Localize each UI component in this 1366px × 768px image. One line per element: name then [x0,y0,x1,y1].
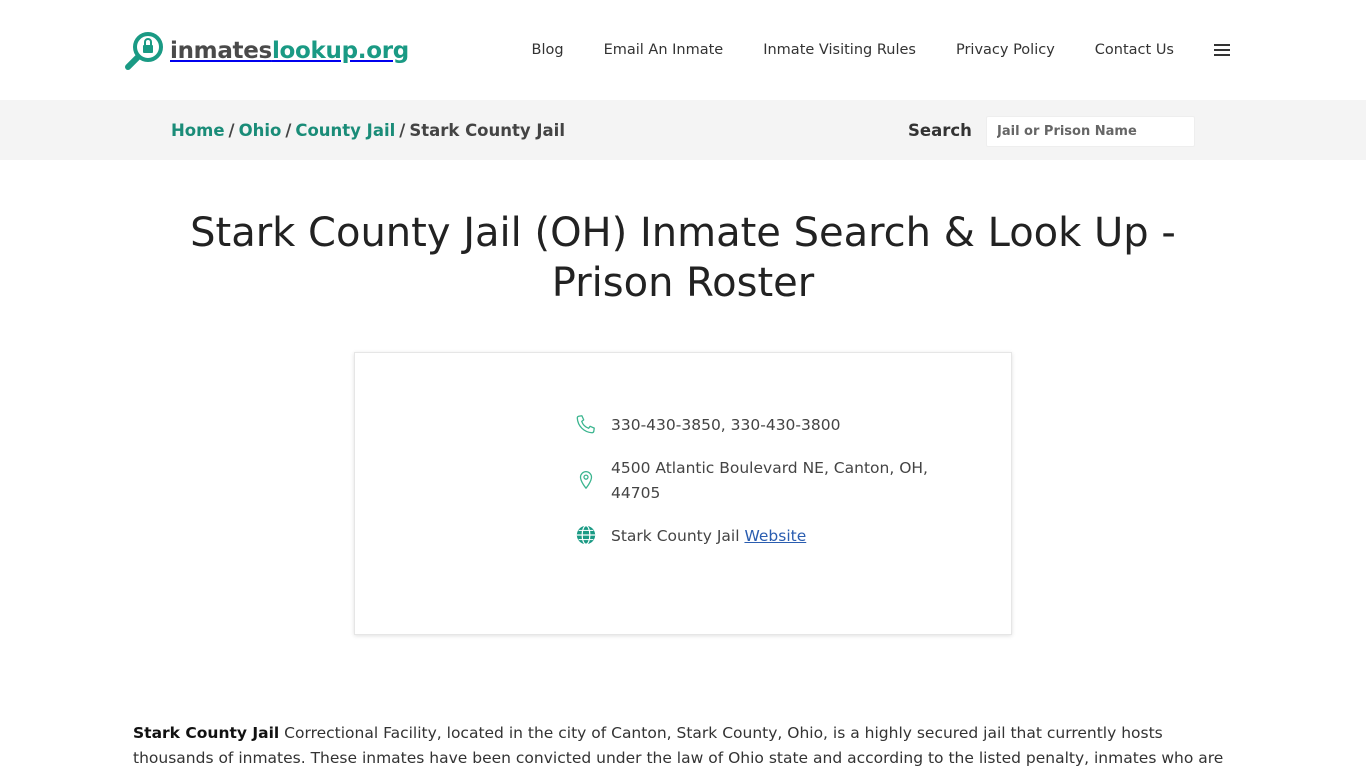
address-row: 4500 Atlantic Boulevard NE, Canton, OH, … [575,456,931,506]
website-row: Stark County Jail Website [575,524,931,549]
intro-facility-name: Stark County Jail [133,724,280,742]
facility-info-card: 330-430-3850, 330-430-3800 4500 Atlantic… [354,352,1012,635]
breadcrumb-separator: / [228,121,235,140]
breadcrumb-separator: / [399,121,406,140]
breadcrumb-county-jail[interactable]: County Jail [295,121,395,140]
hamburger-menu-icon[interactable] [1214,43,1230,57]
site-logo[interactable]: inmateslookup.org [124,30,409,72]
breadcrumb-ohio[interactable]: Ohio [239,121,282,140]
magnifier-lock-icon [124,30,166,72]
location-pin-icon [575,468,597,490]
website-prefix: Stark County Jail [611,527,740,545]
phone-icon [575,413,597,435]
breadcrumb-separator: / [285,121,292,140]
breadcrumb: Home / Ohio / County Jail / Stark County Jail [171,120,565,142]
search-input[interactable] [986,116,1195,147]
logo-text: inmateslookup.org [170,37,409,64]
phone-numbers: 330-430-3850, 330-430-3800 [611,416,841,434]
search-label: Search [908,121,972,140]
intro-paragraph: Stark County Jail Correctional Facility,… [133,721,1243,768]
intro-text: Correctional Facility, located in the ci… [133,724,1224,767]
breadcrumb-home[interactable]: Home [171,121,225,140]
nav-contact-us[interactable]: Contact Us [1095,40,1174,60]
website-info: Stark County Jail Website [611,524,931,549]
phone-row: 330-430-3850, 330-430-3800 [575,413,931,438]
main-nav: Blog Email An Inmate Inmate Visiting Rul… [532,40,1230,60]
nav-privacy-policy[interactable]: Privacy Policy [956,40,1055,60]
nav-inmate-visiting-rules[interactable]: Inmate Visiting Rules [763,40,916,60]
globe-icon [575,524,597,546]
facility-address: 4500 Atlantic Boulevard NE, Canton, OH, … [611,459,928,502]
nav-email-an-inmate[interactable]: Email An Inmate [604,40,724,60]
nav-blog[interactable]: Blog [532,40,564,60]
breadcrumb-current: Stark County Jail [409,121,565,140]
page-title: Stark County Jail (OH) Inmate Search & L… [190,210,1176,306]
site-header: inmateslookup.org Blog Email An Inmate I… [0,0,1366,100]
website-link[interactable]: Website [744,527,806,545]
